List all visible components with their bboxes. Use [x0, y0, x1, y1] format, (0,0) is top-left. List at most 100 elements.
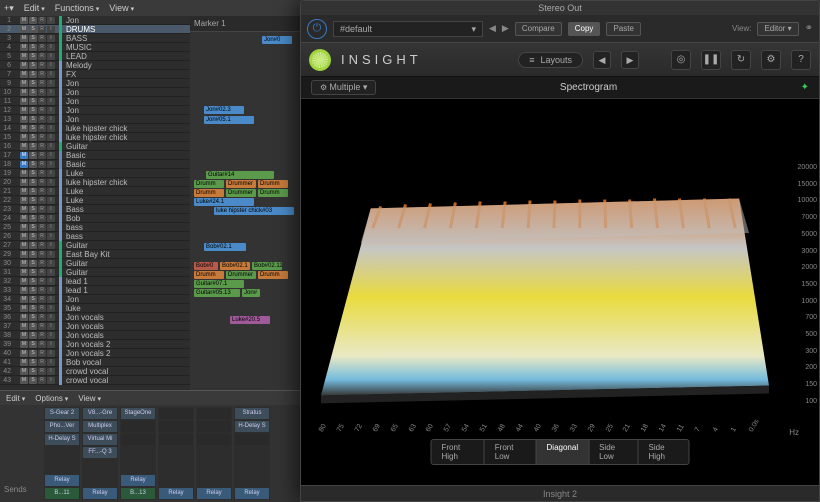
solo-button[interactable]: S — [29, 35, 37, 42]
input-button[interactable]: I — [47, 323, 55, 330]
send-slot[interactable]: Relay — [197, 488, 231, 499]
solo-button[interactable]: S — [29, 296, 37, 303]
solo-button[interactable]: S — [29, 89, 37, 96]
record-button[interactable]: R — [38, 251, 46, 258]
input-button[interactable]: I — [47, 17, 55, 24]
mute-button[interactable]: M — [20, 296, 28, 303]
solo-button[interactable]: S — [29, 269, 37, 276]
record-button[interactable]: R — [38, 17, 46, 24]
record-button[interactable]: R — [38, 134, 46, 141]
mute-button[interactable]: M — [20, 17, 28, 24]
track-list[interactable]: 1 M S R I Jon2 M S R I DRUMS3 M S R I BA… — [0, 16, 190, 390]
reset-icon[interactable]: ↻ — [731, 50, 751, 70]
mute-button[interactable]: M — [20, 242, 28, 249]
mixer-menu-options[interactable]: Options — [35, 394, 68, 403]
record-button[interactable]: R — [38, 224, 46, 231]
solo-button[interactable]: S — [29, 125, 37, 132]
mute-button[interactable]: M — [20, 125, 28, 132]
record-button[interactable]: R — [38, 62, 46, 69]
send-slot[interactable]: Relay — [159, 488, 193, 499]
gear-icon[interactable]: ⚙ — [761, 50, 781, 70]
record-button[interactable]: R — [38, 179, 46, 186]
solo-button[interactable]: S — [29, 278, 37, 285]
mixer-channel[interactable]: StratusH-Delay SRelay — [234, 407, 270, 500]
solo-button[interactable]: S — [29, 332, 37, 339]
mixer-menu-view[interactable]: View — [78, 394, 101, 403]
mute-button[interactable]: M — [20, 179, 28, 186]
input-button[interactable]: I — [47, 152, 55, 159]
audio-region[interactable]: Bob#0 — [194, 262, 218, 270]
solo-button[interactable]: S — [29, 188, 37, 195]
insert-slot[interactable] — [121, 421, 155, 432]
solo-button[interactable]: S — [29, 341, 37, 348]
solo-button[interactable]: S — [29, 161, 37, 168]
record-button[interactable]: R — [38, 350, 46, 357]
record-button[interactable]: R — [38, 377, 46, 384]
menu-functions[interactable]: Functions — [55, 3, 100, 13]
solo-button[interactable]: S — [29, 107, 37, 114]
input-button[interactable]: I — [47, 116, 55, 123]
input-button[interactable]: I — [47, 242, 55, 249]
menu-edit[interactable]: Edit — [24, 3, 45, 13]
mute-button[interactable]: M — [20, 170, 28, 177]
solo-button[interactable]: S — [29, 134, 37, 141]
view-mode-selector[interactable]: Editor ▾ — [757, 22, 798, 36]
audio-region[interactable]: Drummer — [226, 271, 256, 279]
input-button[interactable]: I — [47, 80, 55, 87]
input-button[interactable]: I — [47, 26, 55, 33]
insert-slot[interactable]: Multiplex — [83, 421, 117, 432]
input-button[interactable]: I — [47, 35, 55, 42]
mixer-channel[interactable]: Relay — [196, 407, 232, 500]
mute-button[interactable]: M — [20, 53, 28, 60]
input-button[interactable]: I — [47, 368, 55, 375]
solo-button[interactable]: S — [29, 377, 37, 384]
insert-slot[interactable]: StageOne — [121, 408, 155, 419]
record-button[interactable]: R — [38, 188, 46, 195]
solo-button[interactable]: S — [29, 350, 37, 357]
audio-region[interactable]: Drumm — [258, 180, 288, 188]
mute-button[interactable]: M — [20, 269, 28, 276]
mute-button[interactable]: M — [20, 62, 28, 69]
solo-button[interactable]: S — [29, 26, 37, 33]
audio-region[interactable]: Guitar#14 — [206, 171, 274, 179]
view-angle-button[interactable]: Front Low — [485, 440, 537, 464]
view-angle-button[interactable]: Front High — [432, 440, 485, 464]
channel-selector[interactable]: Multiple ▾ — [311, 80, 376, 95]
solo-button[interactable]: S — [29, 98, 37, 105]
mute-button[interactable]: M — [20, 359, 28, 366]
mute-button[interactable]: M — [20, 197, 28, 204]
solo-button[interactable]: S — [29, 71, 37, 78]
solo-button[interactable]: S — [29, 368, 37, 375]
audio-region[interactable]: Luke#20.5 — [230, 316, 270, 324]
record-button[interactable]: R — [38, 305, 46, 312]
mute-button[interactable]: M — [20, 341, 28, 348]
audio-region[interactable]: Drumm — [258, 189, 288, 197]
mute-button[interactable]: M — [20, 152, 28, 159]
record-button[interactable]: R — [38, 35, 46, 42]
mute-button[interactable]: M — [20, 377, 28, 384]
solo-button[interactable]: S — [29, 116, 37, 123]
solo-button[interactable]: S — [29, 152, 37, 159]
record-button[interactable]: R — [38, 107, 46, 114]
power-button[interactable]: ⏻ — [307, 19, 327, 39]
record-button[interactable]: R — [38, 233, 46, 240]
audio-region[interactable]: Drumm — [194, 189, 224, 197]
solo-button[interactable]: S — [29, 179, 37, 186]
record-button[interactable]: R — [38, 71, 46, 78]
send-slot[interactable]: Relay — [45, 475, 79, 486]
mixer-channel[interactable]: StageOneRelayB...13 — [120, 407, 156, 500]
input-button[interactable]: I — [47, 305, 55, 312]
input-button[interactable]: I — [47, 62, 55, 69]
solo-button[interactable]: S — [29, 305, 37, 312]
solo-button[interactable]: S — [29, 287, 37, 294]
record-button[interactable]: R — [38, 152, 46, 159]
solo-button[interactable]: S — [29, 17, 37, 24]
mute-button[interactable]: M — [20, 224, 28, 231]
mute-button[interactable]: M — [20, 134, 28, 141]
audio-region[interactable]: Drumm — [258, 271, 288, 279]
track-row[interactable]: 43 M S R I crowd vocal — [0, 376, 190, 385]
input-button[interactable]: I — [47, 170, 55, 177]
layout-prev[interactable]: ◀ — [593, 51, 611, 69]
record-button[interactable]: R — [38, 332, 46, 339]
mute-button[interactable]: M — [20, 107, 28, 114]
